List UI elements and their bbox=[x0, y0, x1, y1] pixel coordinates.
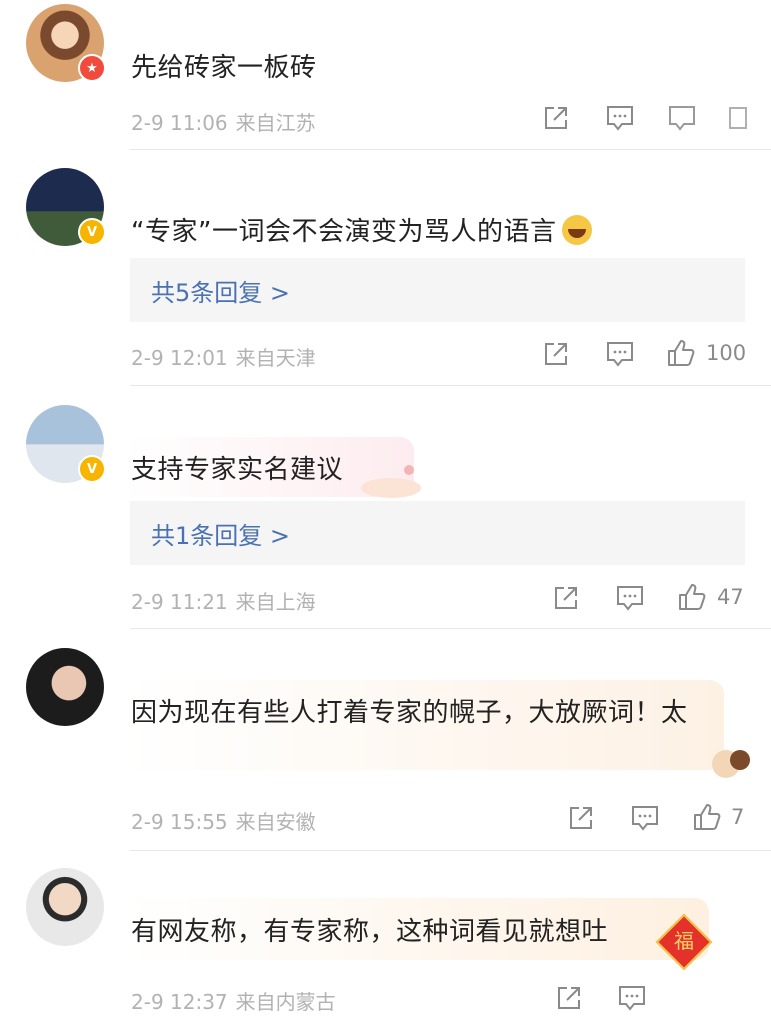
avatar[interactable]: V bbox=[26, 405, 106, 483]
comment-text-body: “专家”一词会不会演变为骂人的语言 bbox=[131, 217, 557, 247]
share-icon[interactable] bbox=[542, 340, 570, 368]
comment-time: 2-9 12:37 bbox=[131, 990, 228, 1014]
avatar[interactable] bbox=[26, 648, 104, 726]
comment-text: 支持专家实名建议 bbox=[131, 455, 344, 485]
fortune-sticker-label: 福 bbox=[674, 929, 694, 953]
divider bbox=[130, 385, 771, 386]
avatar[interactable]: V bbox=[26, 168, 106, 246]
divider bbox=[130, 149, 771, 150]
comment-meta: 2-9 12:01 来自天津 bbox=[131, 342, 316, 371]
comment-text: 先给砖家一板砖 bbox=[131, 53, 317, 83]
comment-text: “专家”一词会不会演变为骂人的语言 bbox=[131, 211, 593, 248]
share-icon[interactable] bbox=[555, 984, 583, 1012]
comment-text: 有网友称，有专家称，这种词看见就想吐 bbox=[131, 917, 609, 947]
comment-location: 来自上海 bbox=[235, 590, 316, 614]
like-count: 47 bbox=[717, 585, 744, 609]
like-count: 100 bbox=[706, 341, 747, 365]
comment-time: 2-9 11:21 bbox=[131, 590, 228, 614]
divider bbox=[130, 628, 771, 629]
avatar[interactable]: ★ bbox=[26, 4, 106, 82]
verified-badge-icon: V bbox=[78, 455, 106, 483]
divider bbox=[130, 850, 771, 851]
comment-location: 来自江苏 bbox=[235, 111, 316, 135]
comment-icon[interactable] bbox=[630, 804, 660, 832]
share-icon[interactable] bbox=[726, 104, 750, 132]
cartoon-sticker-icon bbox=[712, 750, 750, 778]
reply-count-link[interactable]: 共5条回复 > bbox=[151, 273, 290, 308]
verified-badge-icon: V bbox=[78, 218, 106, 246]
verified-badge-icon: ★ bbox=[78, 54, 106, 82]
comment-time: 2-9 12:01 bbox=[131, 346, 228, 370]
comment-meta: 2-9 15:55 来自安徽 bbox=[131, 806, 316, 835]
comment-meta: 2-9 12:37 来自内蒙古 bbox=[131, 986, 336, 1015]
comment-time: 2-9 11:06 bbox=[131, 111, 228, 135]
share-icon[interactable] bbox=[552, 584, 580, 612]
comment-meta: 2-9 11:21 来自上海 bbox=[131, 586, 316, 615]
comment-icon[interactable] bbox=[605, 340, 635, 368]
comment-icon[interactable] bbox=[667, 104, 697, 132]
cat-sticker-icon bbox=[361, 465, 421, 498]
share-icon[interactable] bbox=[567, 804, 595, 832]
comment-icon[interactable] bbox=[605, 104, 635, 132]
reply-summary[interactable]: 共5条回复 > bbox=[130, 258, 745, 322]
thumbs-up-icon[interactable] bbox=[666, 338, 696, 368]
comment-meta: 2-9 11:06 来自江苏 bbox=[131, 107, 316, 136]
reply-count-link[interactable]: 共1条回复 > bbox=[151, 516, 290, 551]
thumbs-up-icon[interactable] bbox=[677, 582, 707, 612]
reply-summary[interactable]: 共1条回复 > bbox=[130, 501, 745, 565]
comment-location: 来自天津 bbox=[235, 346, 316, 370]
comment-time: 2-9 15:55 bbox=[131, 810, 228, 834]
comment-text: 因为现在有些人打着专家的幌子，大放厥词！太 bbox=[131, 698, 688, 728]
avatar[interactable] bbox=[26, 868, 104, 946]
thumbs-up-icon[interactable] bbox=[692, 802, 722, 832]
like-count: 7 bbox=[731, 805, 745, 829]
share-icon[interactable] bbox=[542, 104, 570, 132]
comment-icon[interactable] bbox=[615, 584, 645, 612]
comment-icon[interactable] bbox=[617, 984, 647, 1012]
comment-location: 来自内蒙古 bbox=[235, 990, 336, 1014]
comment-location: 来自安徽 bbox=[235, 810, 316, 834]
grinning-emoji-icon bbox=[562, 215, 593, 245]
